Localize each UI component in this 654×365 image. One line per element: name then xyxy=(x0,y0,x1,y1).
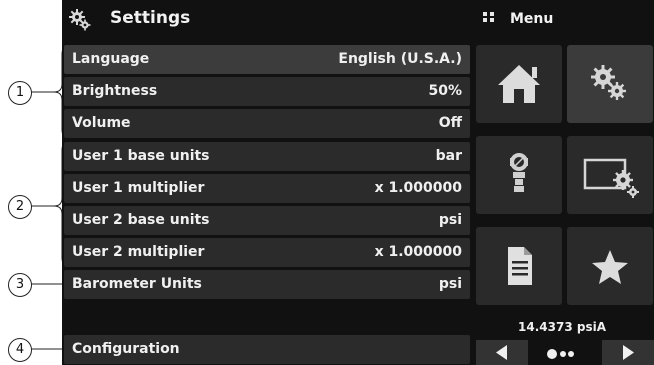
setting-row-user2-multiplier[interactable]: User 2 multiplier x 1.000000 xyxy=(64,238,470,267)
home-icon xyxy=(498,65,540,103)
page-indicator xyxy=(542,346,582,360)
display-settings-tile[interactable] xyxy=(567,136,653,214)
setting-value: bar xyxy=(435,148,462,164)
settings-gears-icon xyxy=(69,9,91,31)
next-page-button[interactable] xyxy=(602,340,654,365)
setting-row-configuration[interactable]: Configuration xyxy=(64,335,470,364)
prev-page-button[interactable] xyxy=(476,340,528,365)
setting-row-user1-base-units[interactable]: User 1 base units bar xyxy=(64,142,470,171)
setting-value: Off xyxy=(438,115,462,131)
setting-value: psi xyxy=(438,212,462,228)
display-settings-icon xyxy=(583,158,639,198)
callout-4: 4 xyxy=(8,338,32,362)
favorites-star-icon xyxy=(592,250,628,284)
setting-label: User 2 base units xyxy=(72,212,210,228)
document-tile[interactable] xyxy=(476,227,562,305)
arrow-right-icon xyxy=(623,345,634,360)
setting-value: English (U.S.A.) xyxy=(338,51,462,67)
callout-3: 3 xyxy=(8,273,32,297)
callout-2: 2 xyxy=(8,195,32,219)
menu-bar[interactable]: Menu xyxy=(470,0,654,40)
setting-label: Language xyxy=(72,51,150,67)
arrow-left-icon xyxy=(496,345,507,360)
device-screen: Settings Menu Language English (U.S.A.) … xyxy=(62,0,654,365)
callout-1: 1 xyxy=(8,81,32,105)
page-title: Settings xyxy=(110,8,191,28)
setting-row-brightness[interactable]: Brightness 50% xyxy=(64,77,470,106)
menu-label: Menu xyxy=(510,11,554,27)
settings-gears-icon xyxy=(591,65,626,100)
setting-row-barometer-units[interactable]: Barometer Units psi xyxy=(64,270,470,299)
page-dot-active xyxy=(547,349,557,359)
setting-row-user2-base-units[interactable]: User 2 base units psi xyxy=(64,206,470,235)
title-bar: Settings xyxy=(62,0,470,40)
setting-label: User 2 multiplier xyxy=(72,244,205,260)
setting-value: x 1.000000 xyxy=(374,244,462,260)
pressure-reading: 14.4373 psiA xyxy=(518,320,606,334)
setting-label: Brightness xyxy=(72,83,158,99)
page-dot xyxy=(560,351,566,357)
setting-row-user1-multiplier[interactable]: User 1 multiplier x 1.000000 xyxy=(64,174,470,203)
home-tile[interactable] xyxy=(476,45,562,123)
setting-label: Volume xyxy=(72,115,131,131)
setting-value: 50% xyxy=(428,83,462,99)
setting-row-volume[interactable]: Volume Off xyxy=(64,109,470,138)
transducer-tile[interactable] xyxy=(476,136,562,214)
setting-label: User 1 base units xyxy=(72,148,210,164)
menu-grid-icon xyxy=(483,12,494,22)
setting-label: Barometer Units xyxy=(72,276,202,292)
settings-tile[interactable] xyxy=(567,45,653,123)
setting-value: psi xyxy=(438,276,462,292)
favorites-tile[interactable] xyxy=(567,227,653,305)
setting-label: Configuration xyxy=(72,341,180,357)
setting-label: User 1 multiplier xyxy=(72,180,205,196)
document-icon xyxy=(508,247,532,285)
setting-row-language[interactable]: Language English (U.S.A.) xyxy=(64,45,470,74)
pressure-transducer-icon xyxy=(510,153,528,192)
page-dot xyxy=(568,351,574,357)
setting-value: x 1.000000 xyxy=(374,180,462,196)
